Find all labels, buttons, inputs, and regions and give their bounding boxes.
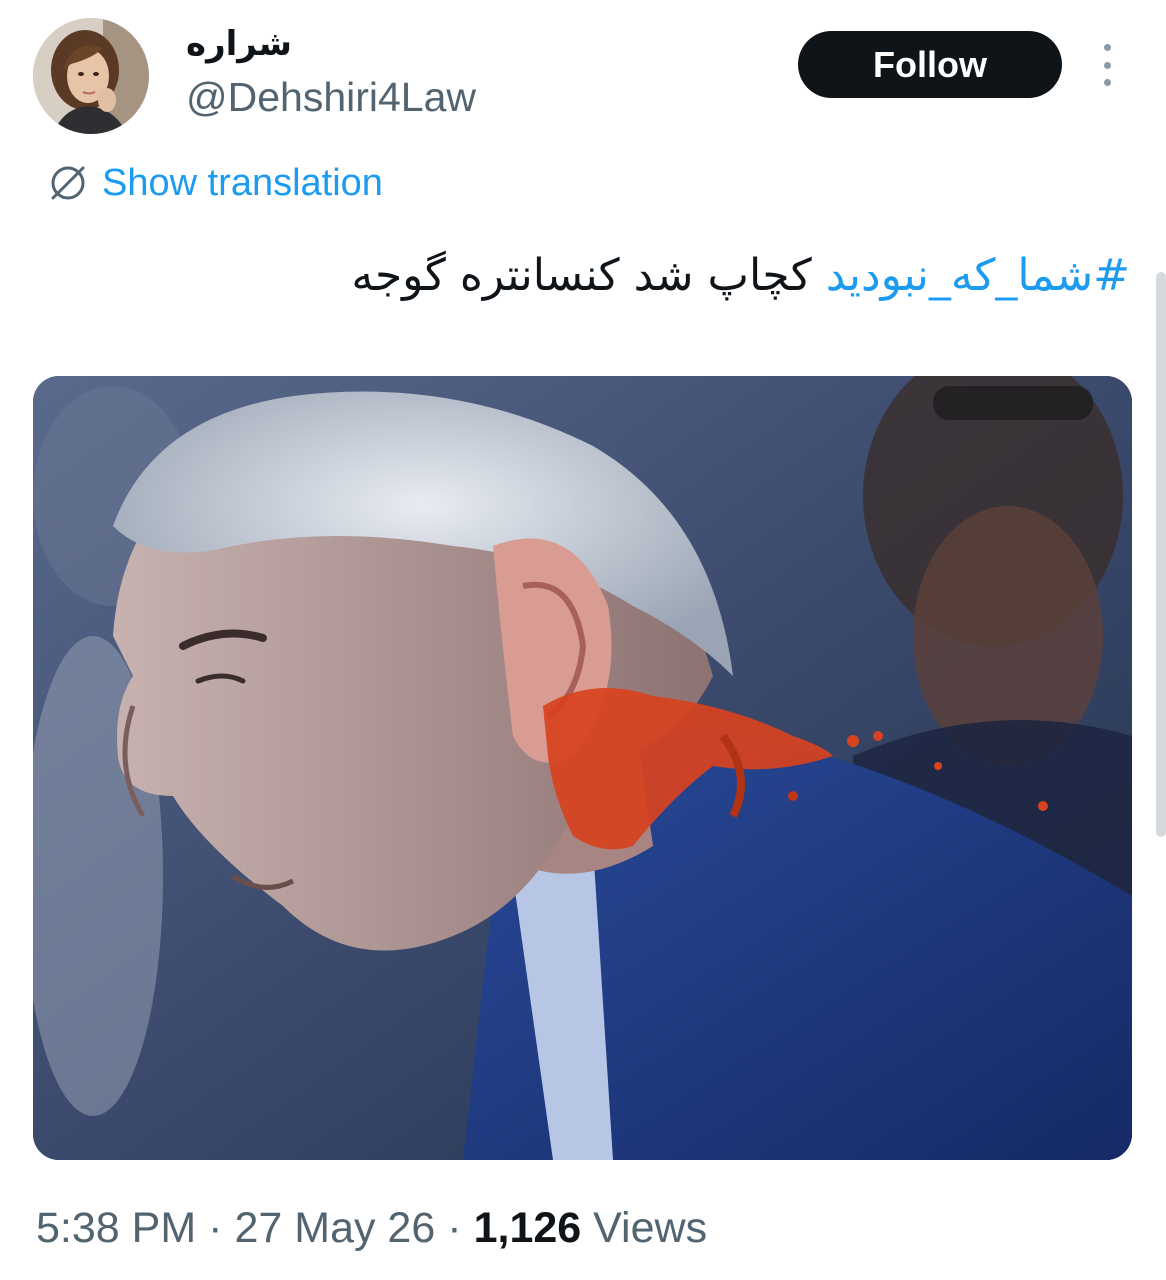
- meta-separator: ·: [447, 1204, 462, 1252]
- scrollbar[interactable]: [1156, 272, 1166, 837]
- globe-icon: [51, 166, 85, 200]
- meta-separator: ·: [208, 1204, 223, 1252]
- show-translation-label: Show translation: [102, 161, 383, 204]
- display-name[interactable]: شراره: [186, 24, 292, 64]
- views-label: Views: [593, 1204, 708, 1252]
- tweet-date[interactable]: 27 May 26: [234, 1204, 435, 1252]
- tweet-meta: 5:38 PM · 27 May 26 · 1,126 Views: [36, 1198, 707, 1258]
- follow-button[interactable]: Follow: [798, 31, 1062, 98]
- views-count: 1,126: [473, 1204, 582, 1252]
- more-dot: [1103, 44, 1111, 51]
- more-dot: [1103, 61, 1111, 69]
- more-dot: [1103, 79, 1111, 86]
- tweet-text: #شما_که_نبودید کچاپ شد کنسانتره گوجه: [351, 244, 1130, 308]
- profile-avatar-image: [33, 18, 149, 134]
- avatar[interactable]: [33, 18, 149, 134]
- photo-image: [33, 376, 1132, 1160]
- more-vertical-icon[interactable]: [1092, 40, 1122, 90]
- user-handle[interactable]: @Dehshiri4Law: [186, 72, 476, 122]
- hashtag-link[interactable]: #شما_که_نبودید: [826, 250, 1130, 301]
- tweet-card: شراره @Dehshiri4Law Follow Show translat…: [0, 0, 1166, 1280]
- tweet-time[interactable]: 5:38 PM: [36, 1204, 196, 1252]
- show-translation-link[interactable]: Show translation: [48, 158, 383, 208]
- tweet-photo[interactable]: [33, 376, 1132, 1160]
- tweet-body: کچاپ شد کنسانتره گوجه: [351, 250, 826, 301]
